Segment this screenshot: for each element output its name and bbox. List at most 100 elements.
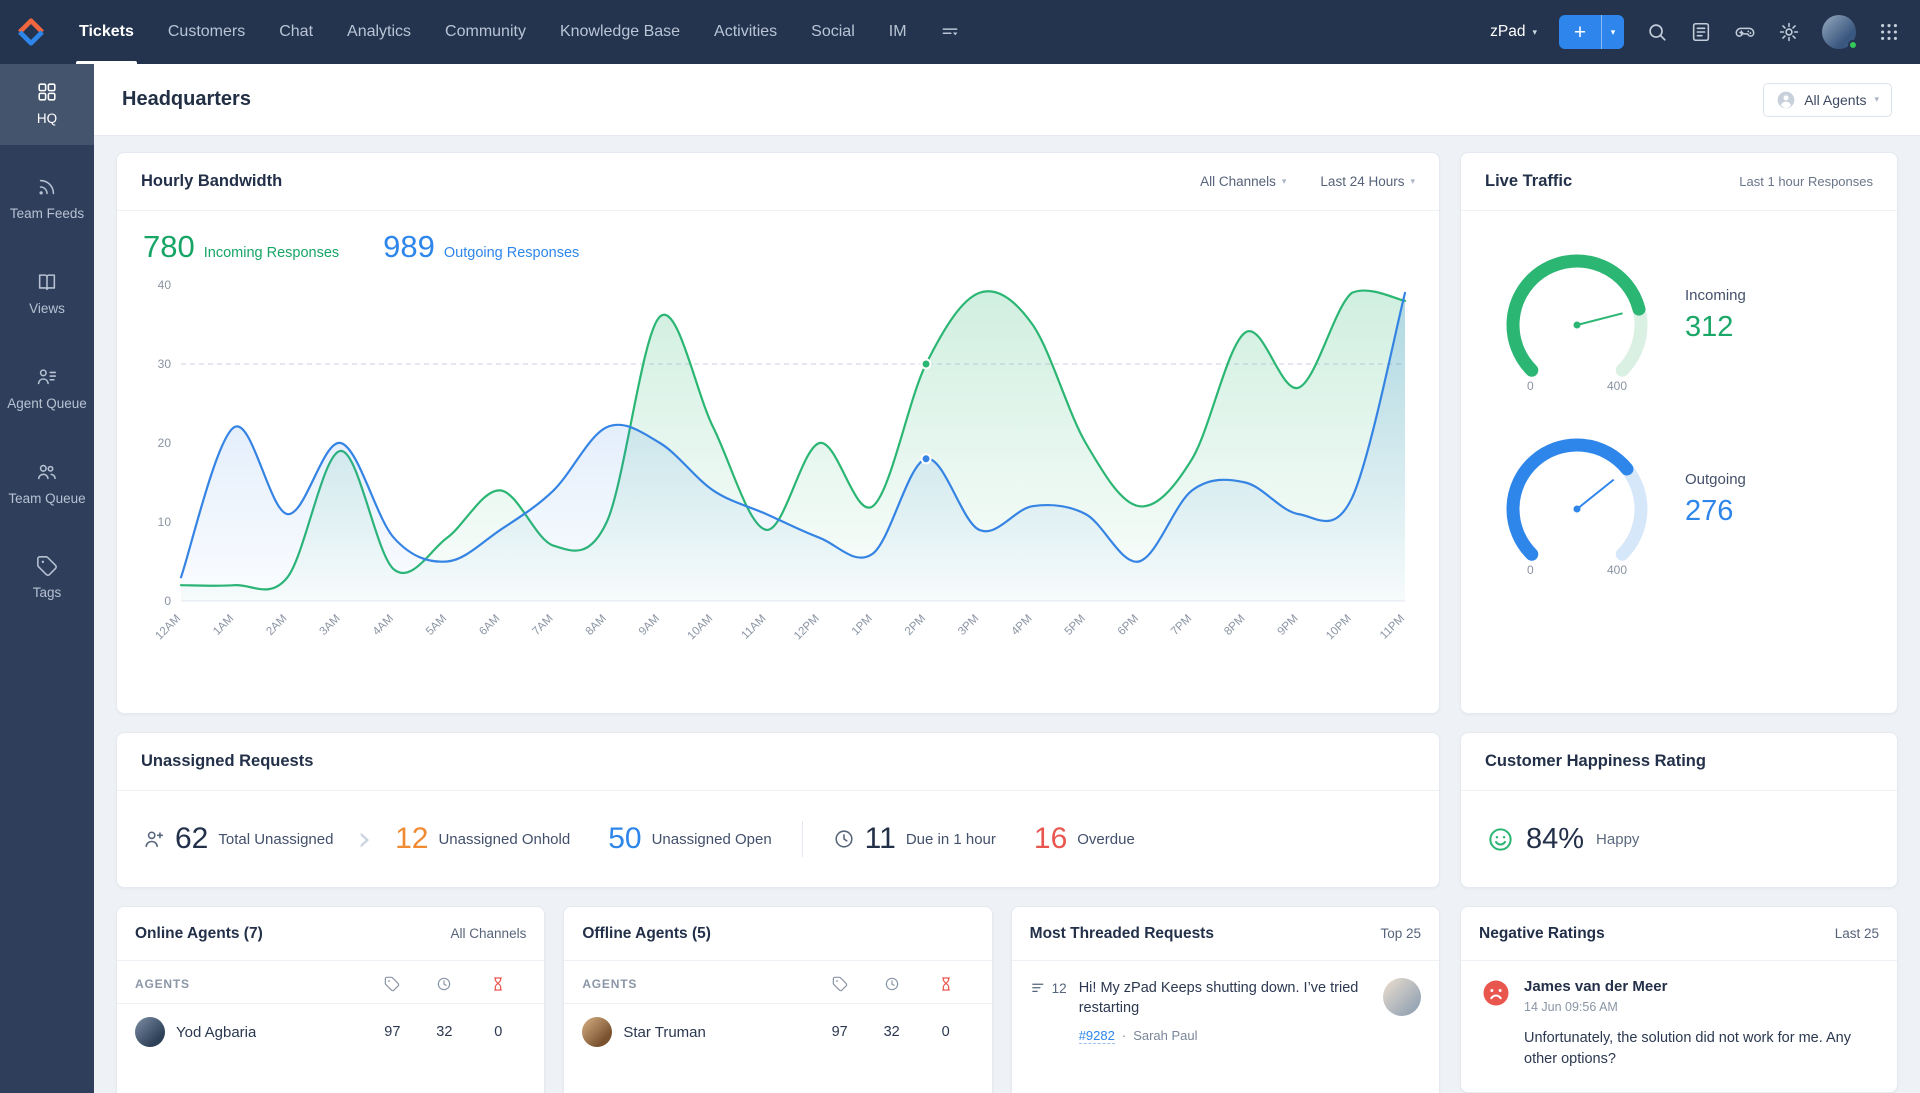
smiley-icon <box>1489 827 1512 851</box>
hourglass-column-icon <box>470 976 526 992</box>
tag-column-icon <box>814 976 866 992</box>
card-title: Negative Ratings <box>1479 924 1605 942</box>
nav-tab-activities[interactable]: Activities <box>697 0 794 64</box>
gamescope-controller-icon[interactable] <box>1734 21 1756 43</box>
primary-nav: Tickets Customers Chat Analytics Communi… <box>62 0 976 64</box>
nav-tab-tickets[interactable]: Tickets <box>62 0 151 64</box>
svg-text:4PM: 4PM <box>1009 613 1034 638</box>
search-icon[interactable] <box>1646 21 1668 43</box>
sidebar-item-tags[interactable]: Tags <box>0 538 94 619</box>
offline-agents-card: Offline Agents (5) AGENTS Star Truman 97… <box>563 906 993 1093</box>
nav-tab-social[interactable]: Social <box>794 0 872 64</box>
svg-text:11AM: 11AM <box>739 613 768 642</box>
apps-grid-icon[interactable] <box>1878 21 1900 43</box>
top-25-filter[interactable]: Top 25 <box>1380 926 1421 941</box>
svg-text:20: 20 <box>158 436 172 450</box>
page-header: Headquarters All Agents ▾ <box>94 64 1920 136</box>
svg-text:2AM: 2AM <box>264 613 289 638</box>
open-label: Unassigned Open <box>651 830 772 848</box>
last-25-filter[interactable]: Last 25 <box>1835 926 1879 941</box>
agent-avatar <box>582 1017 613 1047</box>
unassigned-open-stat[interactable]: 50 Unassigned Open <box>608 822 771 856</box>
sidebar-item-hq[interactable]: HQ <box>0 64 94 145</box>
user-avatar[interactable] <box>1822 15 1858 50</box>
agent-name: Yod Agbaria <box>176 1023 257 1041</box>
add-button[interactable]: + <box>1559 15 1601 49</box>
hourly-bandwidth-card: Hourly Bandwidth All Channels ▾ Last 24 … <box>116 152 1440 714</box>
hourglass-column-icon <box>918 976 974 992</box>
svg-text:9AM: 9AM <box>637 613 662 638</box>
incoming-gauge-row: 0 400 Incoming 312 <box>1461 211 1897 395</box>
sidebar-item-label: Agent Queue <box>7 395 87 411</box>
nav-tab-customers[interactable]: Customers <box>151 0 262 64</box>
nav-tab-analytics[interactable]: Analytics <box>330 0 428 64</box>
bandwidth-line-chart[interactable]: 0 10 20 30 40 12AM 1AM 2AM 3AM 4AM 5AM 6AM 7AM 8AM 9AM… <box>117 269 1439 671</box>
total-unassigned-stat[interactable]: 62 Total Unassigned <box>143 822 333 856</box>
all-agents-dropdown[interactable]: All Agents ▾ <box>1763 82 1892 117</box>
desk-logo-icon <box>18 18 44 46</box>
svg-text:12AM: 12AM <box>153 613 183 643</box>
due-in-hour-stat[interactable]: 11 Due in 1 hour <box>833 822 996 856</box>
outgoing-total-label: Outgoing Responses <box>443 245 580 261</box>
onhold-label: Unassigned Onhold <box>438 830 571 848</box>
clock-column-icon <box>866 976 918 992</box>
gear-icon[interactable] <box>1778 21 1800 43</box>
total-unassigned-label: Total Unassigned <box>218 830 334 848</box>
open-value: 50 <box>608 822 642 855</box>
incoming-total: 780 Incoming Responses <box>143 229 339 265</box>
card-title: Live Traffic <box>1485 172 1573 190</box>
nav-tab-chat[interactable]: Chat <box>262 0 330 64</box>
overdue-stat[interactable]: 16 Overdue <box>1034 822 1135 856</box>
negative-rating-item[interactable]: James van der Meer 14 Jun 09:56 AM Unfor… <box>1461 961 1897 1087</box>
svg-text:9PM: 9PM <box>1275 613 1300 638</box>
rating-timestamp: 14 Jun 09:56 AM <box>1524 1000 1618 1014</box>
agents-column-header: AGENTS <box>582 977 638 991</box>
happiness-value: 84% <box>1526 822 1585 855</box>
online-status-dot <box>1848 40 1858 50</box>
clock-icon <box>833 828 855 850</box>
ticket-id-link[interactable]: #9282 <box>1078 1028 1115 1044</box>
agents-table-header: AGENTS <box>117 961 545 1004</box>
negative-ratings-card: Negative Ratings Last 25 James van der M… <box>1460 906 1898 1093</box>
sidebar-item-team-feeds[interactable]: Team Feeds <box>0 159 94 240</box>
svg-text:8PM: 8PM <box>1222 613 1247 638</box>
time-range-filter[interactable]: Last 24 Hours ▾ <box>1320 174 1415 189</box>
svg-text:1PM: 1PM <box>850 613 875 638</box>
nav-tab-knowledge-base[interactable]: Knowledge Base <box>543 0 697 64</box>
workspace-selector[interactable]: zPad ▾ <box>1490 23 1537 41</box>
online-agents-channel-filter[interactable]: All Channels <box>451 926 527 941</box>
team-queue-icon <box>37 464 56 479</box>
sidebar-item-label: Team Feeds <box>9 205 85 221</box>
agents-table-header: AGENTS <box>564 961 992 1004</box>
due-label: Due in 1 hour <box>905 830 996 848</box>
svg-text:10PM: 10PM <box>1324 613 1354 643</box>
svg-text:0: 0 <box>164 594 171 608</box>
nav-tab-im[interactable]: IM <box>872 0 924 64</box>
workspace-name: zPad <box>1490 23 1526 40</box>
online-agents-card: Online Agents (7) All Channels AGENTS Yo… <box>116 906 546 1093</box>
chevron-down-icon: ▾ <box>1281 176 1287 186</box>
svg-text:10AM: 10AM <box>686 613 716 643</box>
threaded-request-item[interactable]: 12 Hi! My zPad Keeps shutting down. I’ve… <box>1012 961 1439 1061</box>
svg-text:1AM: 1AM <box>211 613 236 638</box>
nav-tab-community[interactable]: Community <box>428 0 543 64</box>
more-tabs-icon[interactable] <box>924 0 976 64</box>
svg-text:5PM: 5PM <box>1063 613 1088 638</box>
add-dropdown-caret[interactable]: ▾ <box>1601 15 1624 49</box>
unassigned-onhold-stat[interactable]: 12 Unassigned Onhold <box>395 822 570 856</box>
overdue-value: 16 <box>1033 822 1068 855</box>
card-title: Hourly Bandwidth <box>141 172 283 190</box>
channels-filter[interactable]: All Channels ▾ <box>1200 174 1286 189</box>
clock-column-icon <box>418 976 470 992</box>
sidebar-item-views[interactable]: Views <box>0 254 94 335</box>
sidebar-item-agent-queue[interactable]: Agent Queue <box>0 349 94 430</box>
svg-text:30: 30 <box>158 357 172 371</box>
agent-row[interactable]: Yod Agbaria 97 32 0 <box>117 1004 544 1060</box>
sidebar-item-team-queue[interactable]: Team Queue <box>0 444 94 525</box>
knowledge-news-icon[interactable] <box>1690 21 1712 43</box>
agent-row[interactable]: Star Truman 97 32 0 <box>564 1004 991 1060</box>
app-logo[interactable] <box>0 0 62 64</box>
sad-face-icon <box>1483 980 1509 1006</box>
sidebar-item-label: Tags <box>32 585 62 601</box>
agent-minutes-count: 32 <box>436 1024 453 1040</box>
